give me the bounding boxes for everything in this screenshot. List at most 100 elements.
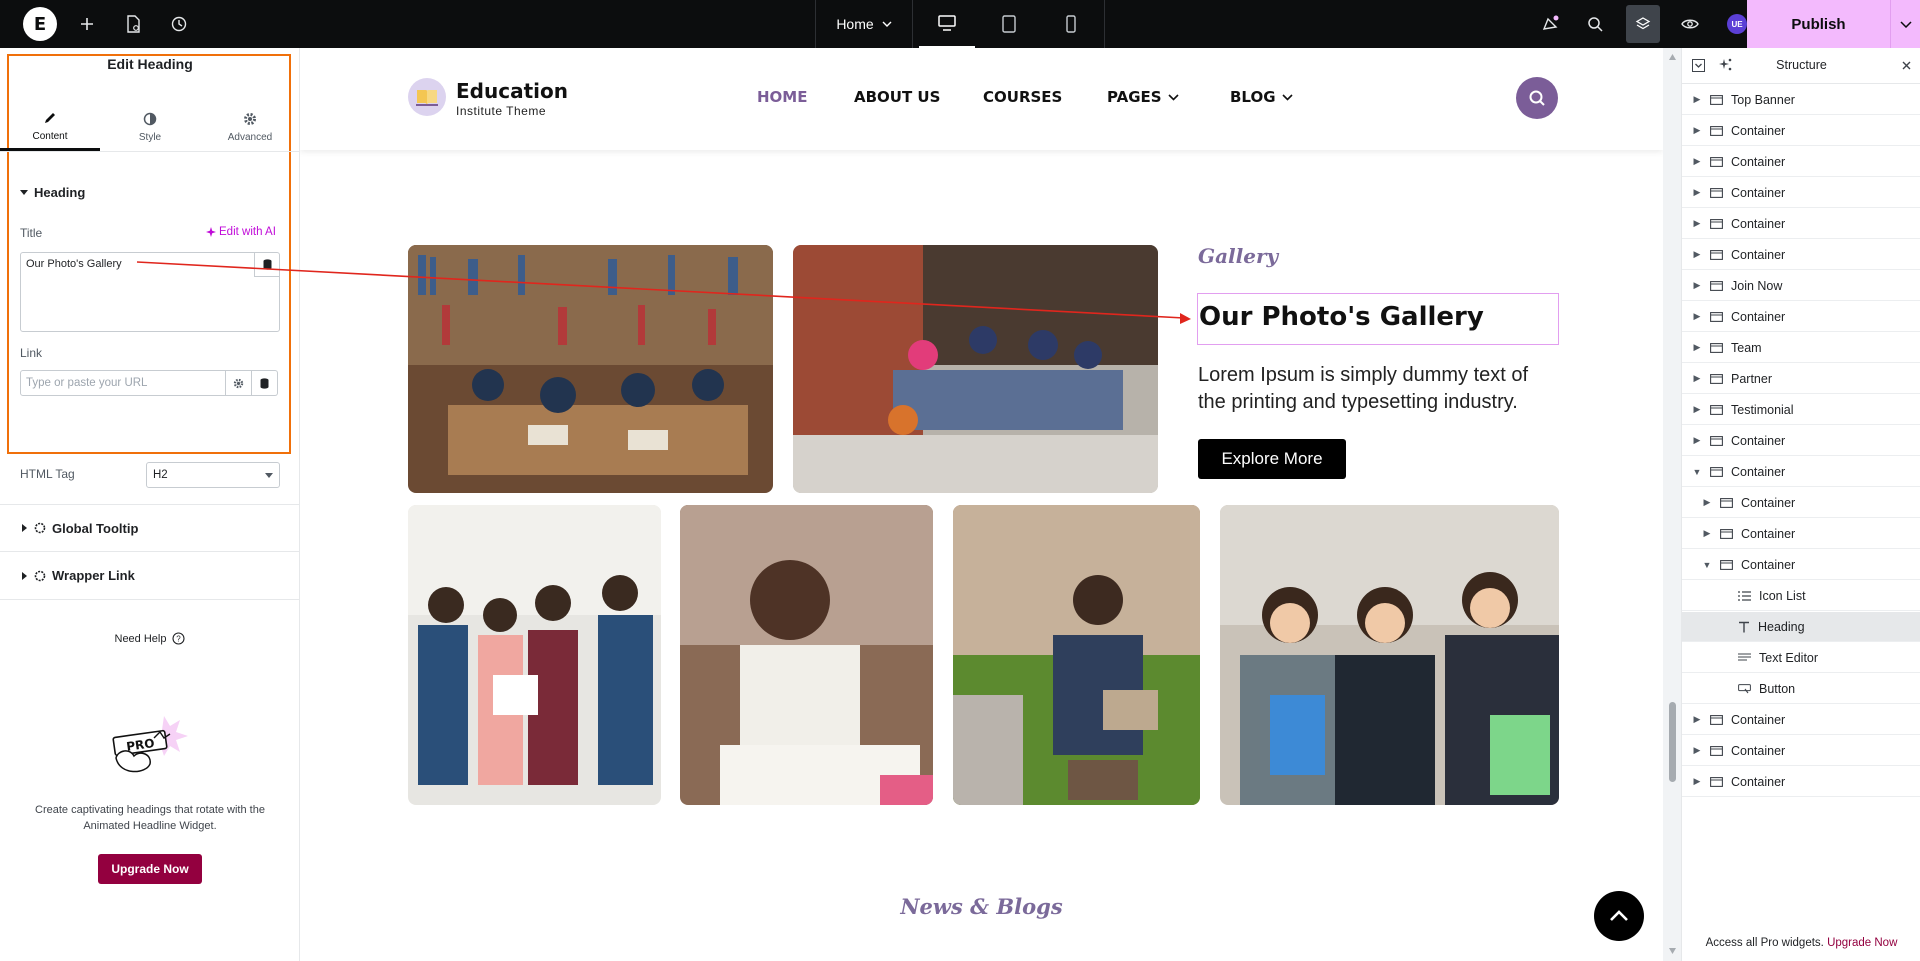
caret-right-icon[interactable]: ▶ (1692, 714, 1702, 725)
global-tooltip-section[interactable]: Global Tooltip (0, 504, 300, 552)
publish-options-chevron-icon[interactable] (1890, 0, 1920, 48)
structure-item[interactable]: ▶ Container (1682, 767, 1920, 797)
caret-right-icon[interactable]: ▶ (1692, 776, 1702, 787)
tab-advanced[interactable]: Advanced (200, 104, 300, 151)
title-textarea[interactable]: Our Photo's Gallery (20, 252, 280, 332)
caret-right-icon[interactable]: ▶ (1692, 745, 1702, 756)
caret-right-icon[interactable]: ▶ (1692, 249, 1702, 260)
gallery-heading[interactable]: Our Photo's Gallery (1199, 302, 1484, 332)
structure-item[interactable]: ▶ Container (1682, 240, 1920, 270)
gallery-photo-reading[interactable] (680, 505, 933, 805)
html-tag-select[interactable]: H2 (146, 462, 280, 488)
notifications-icon[interactable] (1538, 0, 1564, 48)
wrapper-link-section[interactable]: Wrapper Link (0, 552, 300, 600)
explore-more-button[interactable]: Explore More (1198, 439, 1346, 479)
tablet-icon[interactable] (981, 0, 1037, 48)
nav-item-courses[interactable]: COURSES (983, 88, 1107, 106)
caret-right-icon[interactable]: ▶ (1702, 497, 1712, 508)
caret-right-icon[interactable]: ▶ (1692, 125, 1702, 136)
structure-item[interactable]: ▶ Testimonial (1682, 395, 1920, 425)
caret-right-icon[interactable]: ▶ (1692, 280, 1702, 291)
publish-button[interactable]: Publish (1747, 0, 1890, 48)
structure-item[interactable]: ▼ Container (1682, 457, 1920, 487)
nav-item-pages[interactable]: PAGES (1107, 88, 1230, 106)
structure-item[interactable]: ▶ Top Banner (1682, 85, 1920, 115)
gallery-photo-library[interactable] (408, 245, 773, 493)
structure-item[interactable]: Icon List (1682, 581, 1920, 611)
site-tagline: Institute Theme (456, 104, 546, 118)
structure-item[interactable]: ▶ Container (1682, 736, 1920, 766)
caret-right-icon[interactable]: ▶ (1692, 342, 1702, 353)
structure-item[interactable]: ▶ Container (1682, 209, 1920, 239)
site-logo-book-icon[interactable] (408, 78, 446, 116)
edit-with-ai-button[interactable]: Edit with AI (206, 226, 276, 238)
caret-down-icon[interactable]: ▼ (1702, 560, 1712, 570)
caret-right-icon[interactable]: ▶ (1702, 528, 1712, 539)
user-avatar[interactable]: UE (1727, 14, 1747, 34)
link-options-gear-icon[interactable] (226, 370, 252, 396)
canvas-scrollbar[interactable] (1669, 54, 1676, 954)
add-element-icon[interactable] (74, 0, 100, 48)
title-label: Title (20, 226, 43, 240)
gallery-photo-students-smiling[interactable] (1220, 505, 1559, 805)
caret-down-icon[interactable]: ▼ (1692, 467, 1702, 477)
caret-right-icon[interactable]: ▶ (1692, 187, 1702, 198)
news-blogs-heading[interactable]: News & Blogs (300, 894, 1663, 919)
tab-style[interactable]: Style (100, 104, 200, 151)
structure-item[interactable]: ▶ Container (1682, 488, 1920, 518)
structure-item[interactable]: ▶ Partner (1682, 364, 1920, 394)
structure-item[interactable]: ▶ Container (1682, 302, 1920, 332)
text-icon (1738, 652, 1751, 663)
structure-item[interactable]: ▶ Container (1682, 519, 1920, 549)
caret-right-icon[interactable]: ▶ (1692, 156, 1702, 167)
need-help-link[interactable]: Need Help ? (0, 632, 300, 645)
structure-item[interactable]: ▶ Container (1682, 116, 1920, 146)
nav-item-about[interactable]: ABOUT US (854, 88, 983, 106)
structure-item[interactable]: Button (1682, 674, 1920, 704)
link-url-input[interactable]: Type or paste your URL (20, 370, 226, 396)
nav-label: HOME (757, 88, 808, 106)
structure-item[interactable]: Heading (1682, 612, 1920, 642)
structure-layers-icon[interactable] (1626, 5, 1660, 43)
scrollbar-thumb[interactable] (1669, 702, 1676, 782)
structure-upgrade-link[interactable]: Upgrade Now (1827, 937, 1897, 949)
gallery-photo-group-walking[interactable] (408, 505, 661, 805)
tab-content[interactable]: Content (0, 104, 100, 151)
link-dynamic-tags-icon[interactable] (252, 370, 278, 396)
site-name[interactable]: Education (456, 79, 568, 103)
structure-item[interactable]: Text Editor (1682, 643, 1920, 673)
nav-item-blog[interactable]: BLOG (1230, 88, 1320, 106)
gallery-photo-students-steps[interactable] (793, 245, 1158, 493)
preview-eye-icon[interactable] (1677, 0, 1703, 48)
structure-item[interactable]: ▶ Container (1682, 426, 1920, 456)
structure-item[interactable]: ▶ Container (1682, 147, 1920, 177)
gallery-subtitle[interactable]: Gallery (1198, 244, 1278, 268)
structure-item[interactable]: ▶ Container (1682, 178, 1920, 208)
desktop-icon[interactable] (919, 0, 975, 48)
gallery-text[interactable]: Lorem Ipsum is simply dummy text of the … (1198, 362, 1558, 416)
page-settings-icon[interactable] (120, 0, 146, 48)
heading-section-toggle[interactable]: Heading (20, 185, 85, 200)
caret-right-icon[interactable]: ▶ (1692, 435, 1702, 446)
mobile-icon[interactable] (1043, 0, 1099, 48)
page-selector[interactable]: Home (815, 0, 913, 48)
structure-item[interactable]: ▶ Container (1682, 705, 1920, 735)
elementor-logo-icon[interactable]: E (23, 7, 57, 41)
scroll-to-top-button[interactable] (1594, 891, 1644, 941)
structure-item[interactable]: ▶ Team (1682, 333, 1920, 363)
caret-right-icon[interactable]: ▶ (1692, 404, 1702, 415)
nav-item-home[interactable]: HOME (757, 88, 854, 106)
structure-item[interactable]: ▶ Join Now (1682, 271, 1920, 301)
caret-right-icon[interactable]: ▶ (1692, 373, 1702, 384)
dynamic-tags-icon[interactable] (254, 253, 279, 277)
history-icon[interactable] (166, 0, 192, 48)
search-icon[interactable] (1582, 0, 1608, 48)
close-icon[interactable] (1902, 61, 1911, 70)
gallery-photo-campus-lawn[interactable] (953, 505, 1200, 805)
caret-right-icon[interactable]: ▶ (1692, 218, 1702, 229)
caret-right-icon[interactable]: ▶ (1692, 311, 1702, 322)
caret-right-icon[interactable]: ▶ (1692, 94, 1702, 105)
structure-item[interactable]: ▼ Container (1682, 550, 1920, 580)
site-search-button[interactable] (1516, 77, 1558, 119)
upgrade-now-button[interactable]: Upgrade Now (98, 854, 202, 884)
